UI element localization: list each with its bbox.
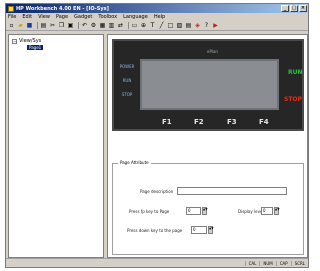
run-led: RUN xyxy=(288,69,303,76)
title-bar[interactable]: HP Workbench 4.00 EN - [IO-Sys] _ □ × xyxy=(6,4,308,13)
status-cap: CAP xyxy=(275,260,291,266)
menu-page[interactable]: Page xyxy=(56,14,68,20)
table-icon[interactable]: ▤ xyxy=(185,22,192,29)
status-bar: CAL NUM CAP SCRL xyxy=(6,258,308,267)
fkey-f2[interactable]: F2 xyxy=(194,118,204,126)
tree-root-label: View/Sys xyxy=(19,38,42,44)
undo-icon[interactable]: ↶ xyxy=(81,22,88,29)
toolbar-separator xyxy=(37,22,38,29)
press-down-label: Press down key to the page xyxy=(127,228,183,233)
copy-icon[interactable]: ❐ xyxy=(58,22,65,29)
menu-bar: File Edit View Page Gadget Toolbox Langu… xyxy=(6,13,308,21)
page-description-input[interactable] xyxy=(177,187,287,195)
menu-edit[interactable]: Edit xyxy=(22,14,32,20)
print-icon[interactable]: ▤ xyxy=(40,22,47,29)
run-indicator-label: RUN xyxy=(122,78,132,83)
minimize-button[interactable]: _ xyxy=(281,5,289,12)
device-brand: ePlan xyxy=(207,49,218,54)
tree-root[interactable]: − View/Sys xyxy=(12,38,41,44)
stop-indicator-label: STOP xyxy=(121,92,133,97)
menu-toolbox[interactable]: Toolbox xyxy=(98,14,117,20)
new-icon[interactable]: ▫ xyxy=(8,22,15,29)
tree-item-page[interactable]: Page1 xyxy=(27,45,44,50)
main-window: HP Workbench 4.00 EN - [IO-Sys] _ □ × Fi… xyxy=(5,3,309,268)
press-fkey-label: Press fp key to Page xyxy=(129,209,170,214)
rect-icon[interactable]: □ xyxy=(167,22,174,29)
power-label: POWER xyxy=(119,64,135,69)
stop-led: STOP xyxy=(284,96,302,103)
image-icon[interactable]: ▧ xyxy=(176,22,183,29)
maximize-button[interactable]: □ xyxy=(290,5,298,12)
menu-file[interactable]: File xyxy=(8,14,16,20)
status-num: NUM xyxy=(259,260,275,266)
fkey-f4[interactable]: F4 xyxy=(259,118,269,126)
arrow-icon[interactable]: ▶ xyxy=(212,22,219,29)
hmi-device-preview: ePlan POWER RUN STOP RUN STOP F1 F2 F3 F… xyxy=(112,39,304,131)
press-down-spinner[interactable]: ▲▼ xyxy=(208,226,214,234)
compile-icon[interactable]: ⚙ xyxy=(90,22,97,29)
project-tree[interactable]: − View/Sys Page1 xyxy=(8,34,104,258)
help-icon[interactable]: ? xyxy=(203,22,210,29)
fkey-f3[interactable]: F3 xyxy=(227,118,237,126)
device-screen[interactable] xyxy=(140,59,279,110)
toolbar: ▫ ▰ ■ ▤ ✂ ❐ ▣ ↶ ⚙ ▦ ▥ ⇄ ▭ ⊕ T ╱ □ ▧ ▤ ◈ … xyxy=(6,21,308,31)
cut-icon[interactable]: ✂ xyxy=(49,22,56,29)
status-scrl: SCRL xyxy=(290,260,308,266)
menu-gadget[interactable]: Gadget xyxy=(74,14,92,20)
toolbar-separator xyxy=(128,22,129,29)
close-button[interactable]: × xyxy=(299,5,307,12)
upload-icon[interactable]: ▥ xyxy=(108,22,115,29)
press-fkey-input[interactable]: 0 xyxy=(186,207,201,215)
settings-icon[interactable]: ◈ xyxy=(194,22,201,29)
line-icon[interactable]: ╱ xyxy=(158,22,165,29)
press-fkey-spinner[interactable]: ▲▼ xyxy=(202,207,208,215)
press-down-input[interactable]: 0 xyxy=(191,226,207,234)
page-editor: ePlan POWER RUN STOP RUN STOP F1 F2 F3 F… xyxy=(107,34,308,258)
text-icon[interactable]: T xyxy=(149,22,156,29)
menu-view[interactable]: View xyxy=(38,14,50,20)
toolbar-separator xyxy=(78,22,79,29)
paste-icon[interactable]: ▣ xyxy=(67,22,74,29)
menu-language[interactable]: Language xyxy=(123,14,148,20)
save-icon[interactable]: ■ xyxy=(26,22,33,29)
display-level-spinner[interactable]: ▲▼ xyxy=(274,207,280,215)
display-level-label: Display level xyxy=(238,209,264,214)
collapse-icon[interactable]: − xyxy=(12,38,17,44)
menu-help[interactable]: Help xyxy=(154,14,165,20)
open-icon[interactable]: ▰ xyxy=(17,22,24,29)
download-icon[interactable]: ▦ xyxy=(99,22,106,29)
monitor-icon[interactable]: ▭ xyxy=(131,22,138,29)
page-attribute-legend: Page Attribute xyxy=(118,160,151,165)
window-title: HP Workbench 4.00 EN - [IO-Sys] xyxy=(16,5,109,12)
page-attribute-group: Page Attribute Page description Press fp… xyxy=(112,160,304,255)
page-description-label: Page description xyxy=(140,189,174,194)
display-level-input[interactable]: 0 xyxy=(261,207,273,215)
status-cal: CAL xyxy=(244,260,260,266)
zoom-icon[interactable]: ⊕ xyxy=(140,22,147,29)
app-icon xyxy=(8,5,14,12)
fkey-f1[interactable]: F1 xyxy=(162,118,172,126)
connect-icon[interactable]: ⇄ xyxy=(117,22,124,29)
